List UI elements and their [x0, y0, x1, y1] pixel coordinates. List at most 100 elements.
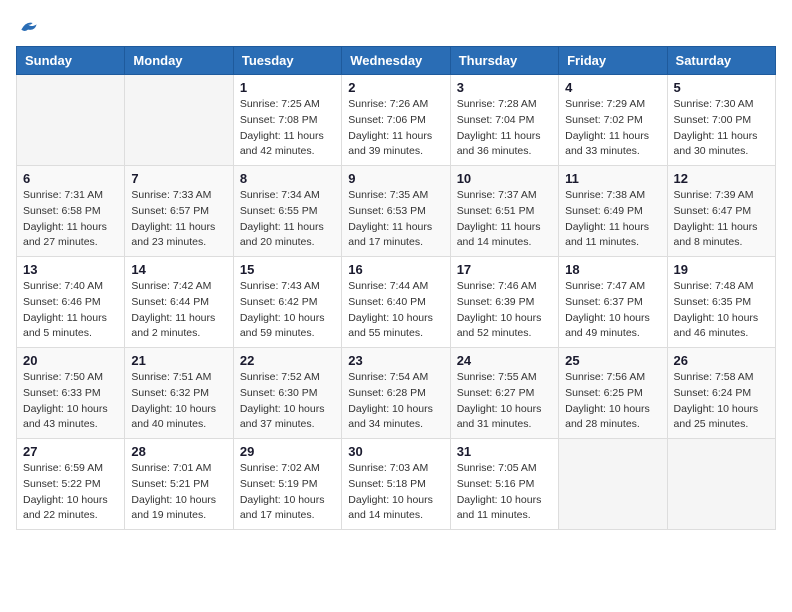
- calendar-cell: 8 Sunrise: 7:34 AMSunset: 6:55 PMDaylight…: [233, 166, 341, 257]
- day-info: Sunrise: 6:59 AMSunset: 5:22 PMDaylight:…: [23, 461, 118, 524]
- day-info: Sunrise: 7:50 AMSunset: 6:33 PMDaylight:…: [23, 370, 118, 433]
- day-info: Sunrise: 7:37 AMSunset: 6:51 PMDaylight:…: [457, 188, 552, 251]
- day-info: Sunrise: 7:47 AMSunset: 6:37 PMDaylight:…: [565, 279, 660, 342]
- day-info: Sunrise: 7:03 AMSunset: 5:18 PMDaylight:…: [348, 461, 443, 524]
- calendar-cell: 15 Sunrise: 7:43 AMSunset: 6:42 PMDayligh…: [233, 257, 341, 348]
- calendar-cell: 4 Sunrise: 7:29 AMSunset: 7:02 PMDaylight…: [559, 75, 667, 166]
- calendar-cell: 28 Sunrise: 7:01 AMSunset: 5:21 PMDayligh…: [125, 439, 233, 530]
- calendar-week-row: 1Sunrise: 7:25 AMSunset: 7:08 PMDaylight…: [17, 75, 776, 166]
- day-info: Sunrise: 7:58 AMSunset: 6:24 PMDaylight:…: [674, 370, 769, 433]
- day-number: 2: [348, 80, 443, 95]
- calendar-cell: 17 Sunrise: 7:46 AMSunset: 6:39 PMDayligh…: [450, 257, 558, 348]
- calendar-cell: 14Sunrise: 7:42 AMSunset: 6:44 PMDayligh…: [125, 257, 233, 348]
- calendar-cell: [125, 75, 233, 166]
- day-info: Sunrise: 7:38 AMSunset: 6:49 PMDaylight:…: [565, 188, 660, 251]
- calendar-week-row: 13Sunrise: 7:40 AMSunset: 6:46 PMDayligh…: [17, 257, 776, 348]
- calendar-cell: 29 Sunrise: 7:02 AMSunset: 5:19 PMDayligh…: [233, 439, 341, 530]
- calendar-week-row: 20 Sunrise: 7:50 AMSunset: 6:33 PMDayligh…: [17, 348, 776, 439]
- weekday-header-friday: Friday: [559, 47, 667, 75]
- calendar-cell: [17, 75, 125, 166]
- page-header: [16, 16, 776, 36]
- day-number: 15: [240, 262, 335, 277]
- day-number: 13: [23, 262, 118, 277]
- calendar-week-row: 27 Sunrise: 6:59 AMSunset: 5:22 PMDayligh…: [17, 439, 776, 530]
- day-info: Sunrise: 7:30 AMSunset: 7:00 PMDaylight:…: [674, 97, 769, 160]
- day-number: 11: [565, 171, 660, 186]
- day-number: 28: [131, 444, 226, 459]
- calendar-cell: 25 Sunrise: 7:56 AMSunset: 6:25 PMDayligh…: [559, 348, 667, 439]
- calendar-cell: 7Sunrise: 7:33 AMSunset: 6:57 PMDaylight…: [125, 166, 233, 257]
- calendar-table: SundayMondayTuesdayWednesdayThursdayFrid…: [16, 46, 776, 530]
- day-info: Sunrise: 7:05 AMSunset: 5:16 PMDaylight:…: [457, 461, 552, 524]
- day-number: 31: [457, 444, 552, 459]
- day-number: 10: [457, 171, 552, 186]
- day-number: 8: [240, 171, 335, 186]
- logo-bird-icon: [18, 16, 38, 36]
- calendar-cell: 24Sunrise: 7:55 AMSunset: 6:27 PMDayligh…: [450, 348, 558, 439]
- day-number: 26: [674, 353, 769, 368]
- day-number: 30: [348, 444, 443, 459]
- day-number: 27: [23, 444, 118, 459]
- day-number: 25: [565, 353, 660, 368]
- calendar-cell: 26 Sunrise: 7:58 AMSunset: 6:24 PMDayligh…: [667, 348, 775, 439]
- weekday-header-sunday: Sunday: [17, 47, 125, 75]
- calendar-cell: 23 Sunrise: 7:54 AMSunset: 6:28 PMDayligh…: [342, 348, 450, 439]
- calendar-cell: 11 Sunrise: 7:38 AMSunset: 6:49 PMDayligh…: [559, 166, 667, 257]
- calendar-cell: 6Sunrise: 7:31 AMSunset: 6:58 PMDaylight…: [17, 166, 125, 257]
- calendar-cell: 19Sunrise: 7:48 AMSunset: 6:35 PMDayligh…: [667, 257, 775, 348]
- day-number: 4: [565, 80, 660, 95]
- calendar-cell: 13Sunrise: 7:40 AMSunset: 6:46 PMDayligh…: [17, 257, 125, 348]
- day-info: Sunrise: 7:29 AMSunset: 7:02 PMDaylight:…: [565, 97, 660, 160]
- weekday-header-thursday: Thursday: [450, 47, 558, 75]
- day-info: Sunrise: 7:54 AMSunset: 6:28 PMDaylight:…: [348, 370, 443, 433]
- day-number: 17: [457, 262, 552, 277]
- weekday-header-saturday: Saturday: [667, 47, 775, 75]
- calendar-cell: 12 Sunrise: 7:39 AMSunset: 6:47 PMDayligh…: [667, 166, 775, 257]
- day-number: 5: [674, 80, 769, 95]
- day-number: 22: [240, 353, 335, 368]
- calendar-cell: 21 Sunrise: 7:51 AMSunset: 6:32 PMDayligh…: [125, 348, 233, 439]
- calendar-cell: 5 Sunrise: 7:30 AMSunset: 7:00 PMDaylight…: [667, 75, 775, 166]
- day-info: Sunrise: 7:28 AMSunset: 7:04 PMDaylight:…: [457, 97, 552, 160]
- calendar-cell: 31 Sunrise: 7:05 AMSunset: 5:16 PMDayligh…: [450, 439, 558, 530]
- day-number: 12: [674, 171, 769, 186]
- day-info: Sunrise: 7:56 AMSunset: 6:25 PMDaylight:…: [565, 370, 660, 433]
- day-info: Sunrise: 7:43 AMSunset: 6:42 PMDaylight:…: [240, 279, 335, 342]
- calendar-cell: 1Sunrise: 7:25 AMSunset: 7:08 PMDaylight…: [233, 75, 341, 166]
- day-number: 23: [348, 353, 443, 368]
- day-info: Sunrise: 7:52 AMSunset: 6:30 PMDaylight:…: [240, 370, 335, 433]
- day-info: Sunrise: 7:34 AMSunset: 6:55 PMDaylight:…: [240, 188, 335, 251]
- calendar-cell: [667, 439, 775, 530]
- calendar-cell: 16 Sunrise: 7:44 AMSunset: 6:40 PMDayligh…: [342, 257, 450, 348]
- calendar-cell: 3Sunrise: 7:28 AMSunset: 7:04 PMDaylight…: [450, 75, 558, 166]
- day-number: 9: [348, 171, 443, 186]
- day-info: Sunrise: 7:44 AMSunset: 6:40 PMDaylight:…: [348, 279, 443, 342]
- day-info: Sunrise: 7:39 AMSunset: 6:47 PMDaylight:…: [674, 188, 769, 251]
- calendar-cell: 27 Sunrise: 6:59 AMSunset: 5:22 PMDayligh…: [17, 439, 125, 530]
- day-number: 24: [457, 353, 552, 368]
- day-number: 19: [674, 262, 769, 277]
- weekday-header-wednesday: Wednesday: [342, 47, 450, 75]
- calendar-cell: 30 Sunrise: 7:03 AMSunset: 5:18 PMDayligh…: [342, 439, 450, 530]
- calendar-cell: 9 Sunrise: 7:35 AMSunset: 6:53 PMDaylight…: [342, 166, 450, 257]
- day-number: 21: [131, 353, 226, 368]
- day-number: 20: [23, 353, 118, 368]
- day-info: Sunrise: 7:35 AMSunset: 6:53 PMDaylight:…: [348, 188, 443, 251]
- day-info: Sunrise: 7:31 AMSunset: 6:58 PMDaylight:…: [23, 188, 118, 251]
- calendar-week-row: 6Sunrise: 7:31 AMSunset: 6:58 PMDaylight…: [17, 166, 776, 257]
- day-number: 18: [565, 262, 660, 277]
- day-number: 16: [348, 262, 443, 277]
- day-info: Sunrise: 7:51 AMSunset: 6:32 PMDaylight:…: [131, 370, 226, 433]
- day-number: 7: [131, 171, 226, 186]
- day-info: Sunrise: 7:26 AMSunset: 7:06 PMDaylight:…: [348, 97, 443, 160]
- day-info: Sunrise: 7:02 AMSunset: 5:19 PMDaylight:…: [240, 461, 335, 524]
- weekday-header-monday: Monday: [125, 47, 233, 75]
- calendar-cell: 20 Sunrise: 7:50 AMSunset: 6:33 PMDayligh…: [17, 348, 125, 439]
- calendar-cell: 10 Sunrise: 7:37 AMSunset: 6:51 PMDayligh…: [450, 166, 558, 257]
- day-number: 29: [240, 444, 335, 459]
- day-info: Sunrise: 7:46 AMSunset: 6:39 PMDaylight:…: [457, 279, 552, 342]
- day-number: 14: [131, 262, 226, 277]
- calendar-cell: 2 Sunrise: 7:26 AMSunset: 7:06 PMDaylight…: [342, 75, 450, 166]
- weekday-header-row: SundayMondayTuesdayWednesdayThursdayFrid…: [17, 47, 776, 75]
- day-info: Sunrise: 7:01 AMSunset: 5:21 PMDaylight:…: [131, 461, 226, 524]
